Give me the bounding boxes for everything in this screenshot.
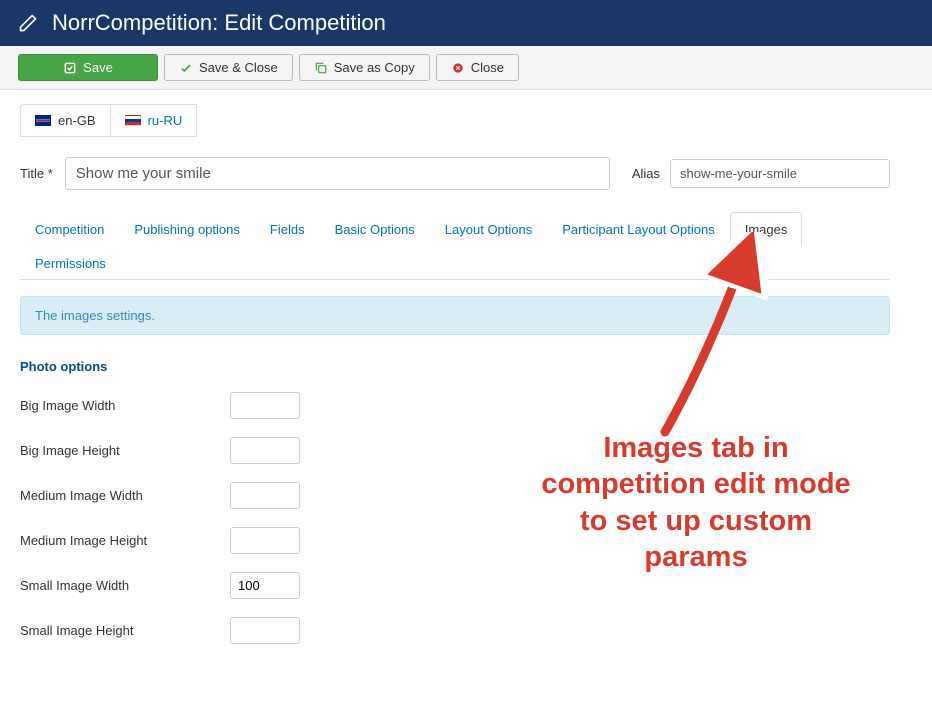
- pencil-icon: [18, 13, 38, 33]
- info-message: The images settings.: [20, 296, 890, 335]
- option-row-big-height: Big Image Height: [20, 437, 890, 464]
- lang-tab-ru-ru[interactable]: ru-RU: [111, 104, 198, 137]
- option-label: Medium Image Width: [20, 488, 230, 503]
- copy-icon: [314, 61, 328, 75]
- config-tabs: Competition Publishing options Fields Ba…: [20, 212, 890, 280]
- save-close-button[interactable]: Save & Close: [164, 54, 293, 81]
- option-row-medium-width: Medium Image Width: [20, 482, 890, 509]
- option-row-medium-height: Medium Image Height: [20, 527, 890, 554]
- check-icon: [179, 61, 193, 75]
- tab-competition[interactable]: Competition: [20, 212, 119, 247]
- page-title: NorrCompetition: Edit Competition: [52, 10, 386, 36]
- title-label: Title *: [20, 166, 53, 181]
- close-button[interactable]: Close: [436, 54, 519, 81]
- big-image-height-input[interactable]: [230, 437, 300, 464]
- option-label: Small Image Height: [20, 623, 230, 638]
- option-row-small-width: Small Image Width: [20, 572, 890, 599]
- alias-label: Alias: [632, 166, 660, 181]
- tab-images[interactable]: Images: [730, 212, 803, 247]
- close-icon: [451, 61, 465, 75]
- apply-icon: [63, 61, 77, 75]
- option-label: Medium Image Height: [20, 533, 230, 548]
- action-toolbar: Save Save & Close Save as Copy Close: [0, 46, 932, 90]
- tab-layout-options[interactable]: Layout Options: [430, 212, 547, 247]
- save-copy-button[interactable]: Save as Copy: [299, 54, 430, 81]
- option-label: Small Image Width: [20, 578, 230, 593]
- medium-image-height-input[interactable]: [230, 527, 300, 554]
- title-row: Title * Alias: [20, 157, 890, 190]
- save-copy-label: Save as Copy: [334, 60, 415, 75]
- lang-label: ru-RU: [148, 113, 183, 128]
- alias-input[interactable]: [670, 159, 890, 188]
- tab-basic-options[interactable]: Basic Options: [320, 212, 430, 247]
- section-title: Photo options: [20, 359, 890, 374]
- tab-permissions[interactable]: Permissions: [20, 246, 121, 280]
- save-button[interactable]: Save: [18, 54, 158, 81]
- flag-ru-icon: [125, 115, 141, 126]
- alias-group: Alias: [632, 159, 890, 188]
- lang-label: en-GB: [58, 113, 96, 128]
- page-header: NorrCompetition: Edit Competition: [0, 0, 932, 46]
- save-label: Save: [83, 60, 113, 75]
- medium-image-width-input[interactable]: [230, 482, 300, 509]
- content-area: en-GB ru-RU Title * Alias Competition Pu…: [0, 90, 910, 702]
- flag-gb-icon: [35, 115, 51, 126]
- option-label: Big Image Width: [20, 398, 230, 413]
- option-label: Big Image Height: [20, 443, 230, 458]
- option-row-big-width: Big Image Width: [20, 392, 890, 419]
- language-tabs: en-GB ru-RU: [20, 104, 890, 137]
- title-input[interactable]: [65, 157, 610, 190]
- tab-fields[interactable]: Fields: [255, 212, 320, 247]
- tab-participant-layout[interactable]: Participant Layout Options: [547, 212, 729, 247]
- lang-tab-en-gb[interactable]: en-GB: [20, 104, 111, 137]
- close-label: Close: [471, 60, 504, 75]
- tab-publishing[interactable]: Publishing options: [119, 212, 255, 247]
- big-image-width-input[interactable]: [230, 392, 300, 419]
- save-close-label: Save & Close: [199, 60, 278, 75]
- small-image-width-input[interactable]: [230, 572, 300, 599]
